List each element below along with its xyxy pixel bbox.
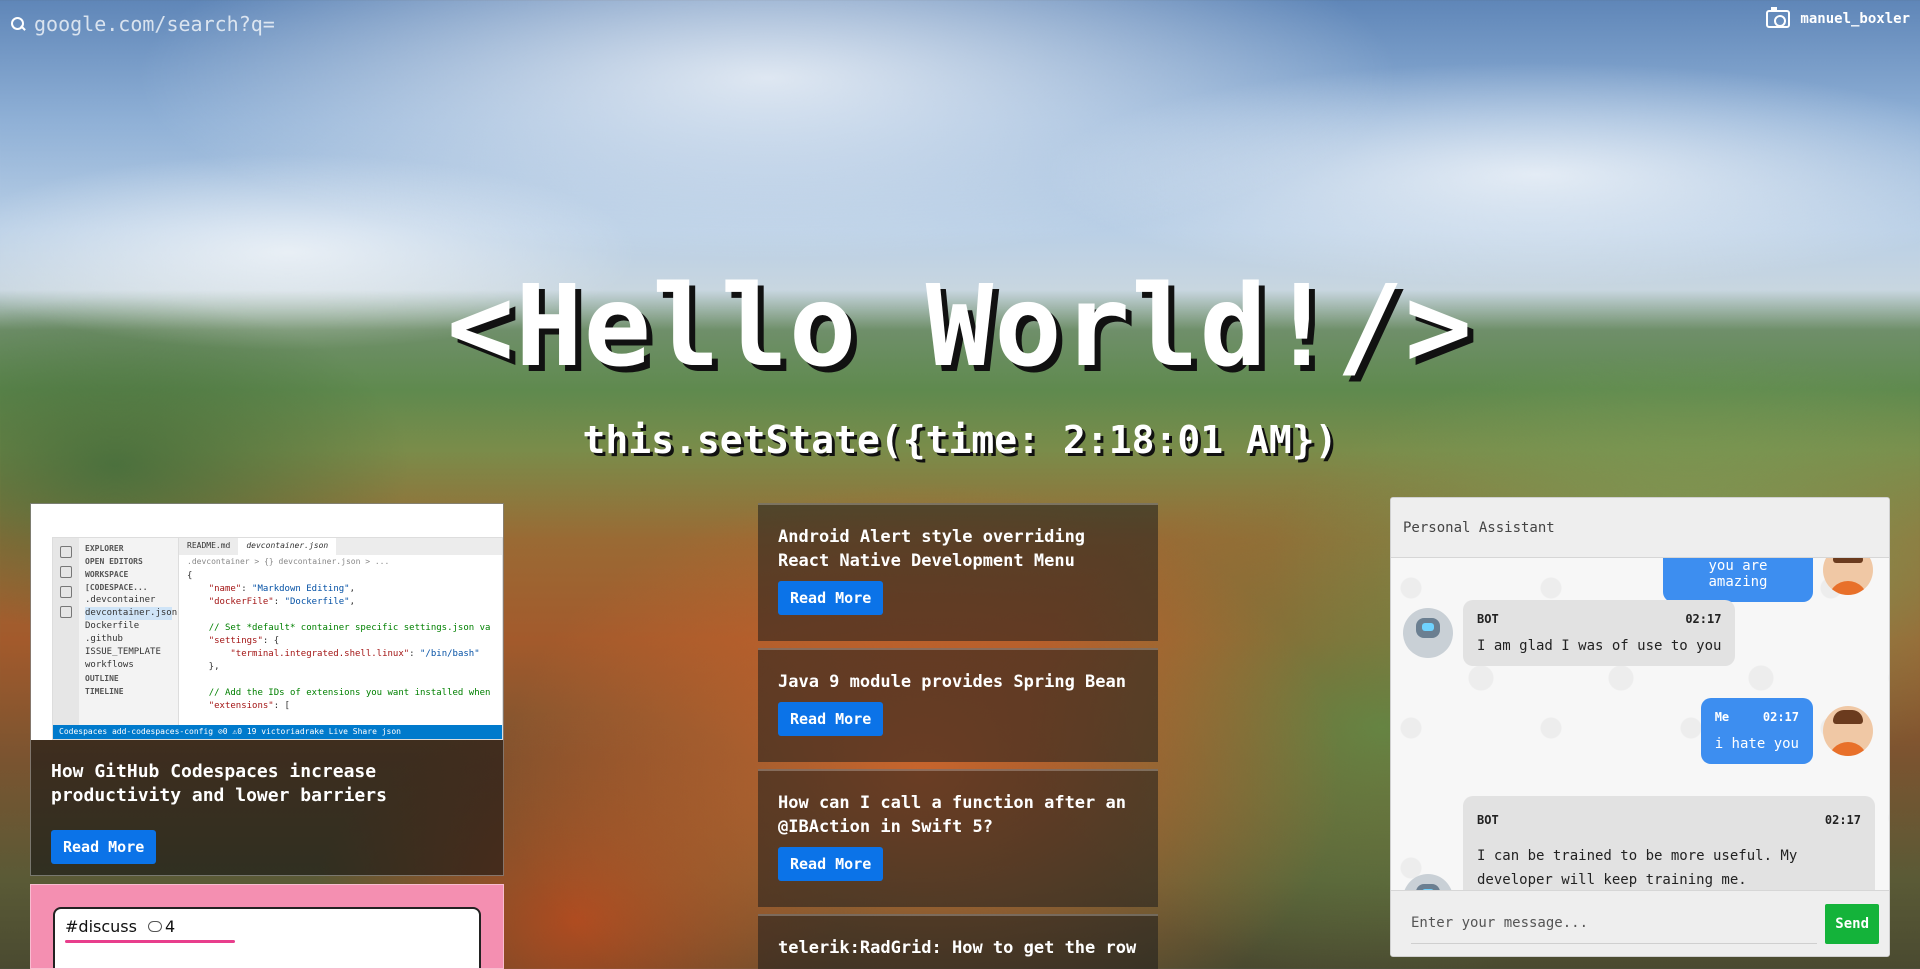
explorer-header: EXPLORER: [85, 544, 124, 553]
search-icon: [60, 566, 72, 578]
chat-message-me: you are amazing: [1663, 558, 1873, 602]
editor-code: { "name": "Markdown Editing", "dockerFil…: [187, 571, 491, 711]
discuss-tag[interactable]: #discuss: [65, 917, 137, 936]
message-text: I can be trained to be more useful. My d…: [1477, 848, 1798, 888]
read-more-button[interactable]: Read More: [778, 847, 884, 881]
message-meta: BOT 02:17: [1477, 808, 1861, 832]
chat-messages[interactable]: you are amazing BOT 02:17 I am glad I wa…: [1391, 558, 1889, 892]
message-bubble: you are amazing: [1663, 558, 1813, 602]
chat-message-bot: BOT 02:17 I am glad I was of use to you: [1403, 600, 1736, 666]
message-sender: BOT: [1477, 612, 1499, 626]
chat-widget: Personal Assistant you are amazing BOT 0…: [1390, 497, 1890, 957]
camera-icon[interactable]: [1766, 7, 1791, 28]
search-icon: [10, 16, 26, 32]
message-text: i hate you: [1714, 736, 1799, 752]
read-more-button[interactable]: Read More: [51, 830, 157, 864]
chat-footer: Send: [1391, 890, 1889, 956]
read-more-button[interactable]: Read More: [778, 702, 884, 736]
comment-count-value: 4: [165, 917, 176, 936]
file-item: .devcontainer: [85, 595, 156, 605]
bot-avatar: [1403, 608, 1453, 658]
user-area: manuel_boxler: [1766, 7, 1910, 28]
discuss-card-inner: #discuss 4: [53, 907, 481, 968]
editor-activity-bar: [53, 538, 79, 725]
article-title: How can I call a function after an @IBAc…: [778, 793, 1126, 837]
article-card: telerik:RadGrid: How to get the row: [758, 914, 1158, 969]
hero-title: <Hello World!/>: [446, 262, 1474, 392]
message-bubble: BOT 02:17 I can be trained to be more us…: [1463, 796, 1875, 892]
editor-tabs: README.md devcontainer.json: [179, 538, 502, 555]
article-card: Java 9 module provides Spring Bean Read …: [758, 648, 1158, 762]
message-bubble: Me 02:17 i hate you: [1700, 698, 1813, 764]
message-text: I am glad I was of use to you: [1477, 638, 1722, 654]
search-bar: [10, 12, 454, 36]
editor-screenshot: EXPLORER OPEN EDITORS WORKSPACE [CODESPA…: [52, 537, 503, 740]
file-item: Dockerfile: [85, 621, 140, 631]
timeline-header: TIMELINE: [85, 687, 124, 696]
article-title: Android Alert style overriding React Nat…: [778, 527, 1086, 571]
editor-breadcrumb: .devcontainer > {} devcontainer.json > .…: [187, 557, 390, 566]
message-meta: Me 02:17: [1715, 710, 1799, 724]
featured-article-title: How GitHub Codespaces increase productiv…: [51, 761, 387, 806]
featured-article-body: How GitHub Codespaces increase productiv…: [31, 740, 503, 864]
chat-header: Personal Assistant: [1391, 498, 1889, 558]
extensions-icon: [60, 606, 72, 618]
workspace-header: WORKSPACE [CODESPACE...: [85, 570, 148, 592]
chat-message-input[interactable]: [1411, 903, 1818, 944]
chat-message-me: Me 02:17 i hate you: [1700, 698, 1873, 764]
discuss-card[interactable]: #discuss 4: [30, 884, 504, 969]
message-bubble: BOT 02:17 I am glad I was of use to you: [1463, 600, 1736, 666]
featured-article-image: EXPLORER OPEN EDITORS WORKSPACE [CODESPA…: [31, 504, 503, 740]
editor-status-bar: Codespaces add-codespaces-config ⊘0 ⚠0 1…: [53, 725, 502, 739]
file-item: ISSUE_TEMPLATE: [85, 647, 161, 657]
file-item: .github: [85, 634, 123, 644]
send-button[interactable]: Send: [1825, 903, 1879, 944]
files-icon: [60, 546, 72, 558]
article-title: Java 9 module provides Spring Bean: [778, 672, 1126, 692]
chat-message-bot: BOT 02:17 I can be trained to be more us…: [1403, 796, 1875, 892]
editor-main: README.md devcontainer.json .devcontaine…: [179, 538, 502, 725]
message-meta: BOT 02:17: [1477, 612, 1721, 626]
search-input[interactable]: [34, 12, 454, 36]
featured-article-card: EXPLORER OPEN EDITORS WORKSPACE [CODESPA…: [30, 503, 504, 876]
hero-clock: this.setState({time: 2:18:01 AM}): [582, 418, 1338, 462]
message-sender: BOT: [1477, 813, 1499, 827]
editor-tab-active: devcontainer.json: [238, 538, 337, 555]
message-time: 02:17: [1824, 813, 1861, 827]
article-card: Android Alert style overriding React Nat…: [758, 503, 1158, 641]
user-avatar: [1823, 558, 1873, 595]
message-text: you are amazing: [1708, 558, 1768, 590]
file-item: workflows: [85, 660, 134, 670]
comment-count: 4: [148, 917, 175, 936]
discuss-underline: [65, 940, 235, 943]
comment-icon: [148, 921, 163, 932]
read-more-button[interactable]: Read More: [778, 581, 884, 615]
message-sender: Me: [1714, 710, 1730, 724]
message-time: 02:17: [1685, 612, 1722, 626]
message-time: 02:17: [1762, 710, 1799, 724]
editor-tab: README.md: [187, 541, 231, 550]
file-item: devcontainer.json: [85, 607, 178, 620]
open-editors-header: OPEN EDITORS: [85, 557, 143, 566]
outline-header: OUTLINE: [85, 674, 119, 683]
username[interactable]: manuel_boxler: [1800, 11, 1910, 27]
source-control-icon: [60, 586, 72, 598]
user-avatar: [1823, 706, 1873, 756]
article-card: How can I call a function after an @IBAc…: [758, 769, 1158, 907]
editor-explorer: EXPLORER OPEN EDITORS WORKSPACE [CODESPA…: [79, 538, 179, 725]
article-title: telerik:RadGrid: How to get the row: [778, 938, 1137, 958]
